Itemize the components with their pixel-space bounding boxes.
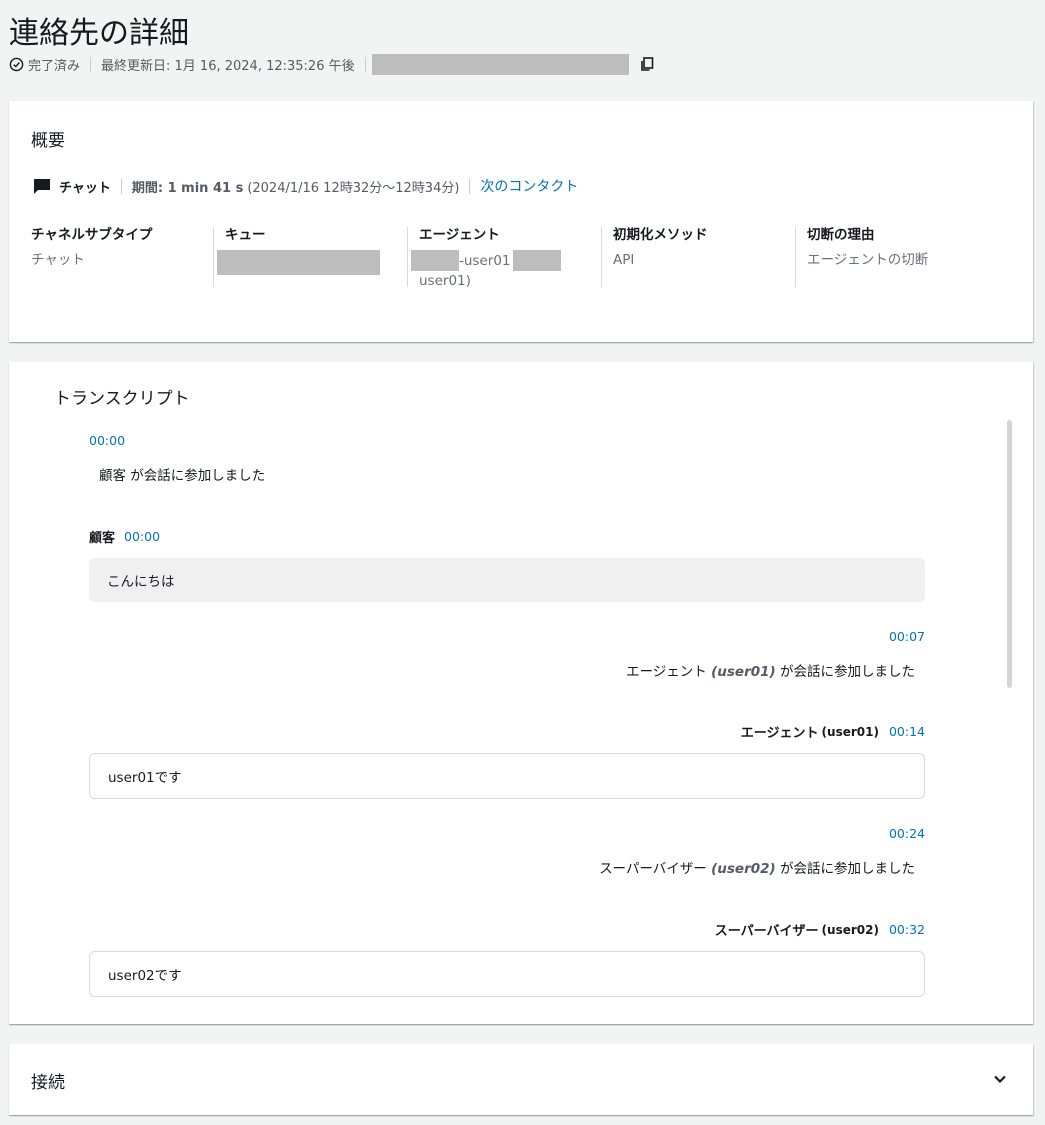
event-time: 00:24 (888, 826, 925, 841)
message-sender: エージェント (user01) 00:14 (741, 722, 925, 741)
column-agent: エージェント -user01 user01) (407, 223, 613, 289)
role-name: スーパーバイザー (599, 861, 707, 877)
system-message: 顧客 が会話に参加しました (99, 468, 266, 484)
column-header: 切断の理由 (807, 227, 875, 243)
event-time: 00:07 (888, 629, 925, 644)
column-header: エージェント (419, 227, 500, 243)
divider (120, 178, 122, 194)
transcript-title: トランスクリプト (54, 389, 190, 409)
join-text: が会話に参加しました (780, 664, 915, 680)
column-header: キュー (225, 227, 266, 243)
transcript-scrollbar[interactable] (1007, 420, 1012, 688)
redacted-agent-prefix (411, 250, 459, 271)
duration-range: (2024/1/16 12時32分～12時34分) (247, 180, 460, 196)
agent-login: -user01 (459, 252, 511, 269)
contact-meta: 完了済み 最終更新日: 1月 16, 2024, 12:35:26 午後 (9, 53, 655, 75)
column-divider (407, 227, 408, 287)
column-divider (601, 227, 602, 287)
join-text: が会話に参加しました (780, 861, 915, 877)
message-sender: スーパーバイザー (user02) 00:32 (715, 920, 925, 939)
column-channel-subtype: チャネルサブタイプ チャット (31, 223, 225, 287)
role-name: エージェント (626, 664, 707, 680)
event-time: 00:00 (89, 433, 126, 448)
user-id: (user01) (711, 664, 776, 680)
message-time: 00:32 (888, 922, 925, 937)
system-message: エージェント (user01) が会話に参加しました (626, 660, 915, 680)
system-message: スーパーバイザー (user02) が会話に参加しました (599, 857, 915, 877)
connection-panel[interactable]: 接続 (9, 1044, 1033, 1115)
sender-name: 顧客 (89, 531, 116, 546)
divider (469, 178, 471, 194)
column-header: 初期化メソッド (613, 227, 708, 243)
agent-name: user01) (419, 273, 471, 289)
message-time: 00:00 (124, 529, 161, 544)
column-disconnect-reason: 切断の理由 エージェントの切断 (795, 223, 1001, 287)
agent-message: user01です (89, 753, 925, 799)
connection-title: 接続 (31, 1073, 65, 1093)
message-time: 00:14 (888, 724, 925, 739)
column-divider (795, 227, 796, 287)
message-text: こんにちは (107, 574, 175, 590)
chevron-down-icon[interactable] (993, 1072, 1007, 1086)
sender-detail: (user01) (821, 724, 879, 739)
column-header: チャネルサブタイプ (31, 227, 153, 243)
status-text: 完了済み (28, 58, 81, 74)
sender-name: エージェント (740, 726, 819, 741)
user-id: (user02) (711, 861, 776, 877)
channel-summary: チャット 期間: 1 min 41 s (2024/1/16 12時32分～12… (33, 175, 578, 197)
message-text: user01です (108, 770, 182, 786)
column-divider (213, 227, 214, 287)
column-value: API (613, 252, 635, 268)
divider (90, 56, 92, 72)
column-value: エージェントの切断 (807, 252, 929, 268)
sender-name: スーパーバイザー (714, 924, 819, 939)
redacted-queue (217, 250, 380, 275)
transcript-panel: トランスクリプト 00:00 顧客 が会話に参加しました 顧客 00:00 こん… (9, 362, 1033, 1024)
sender-detail: (user02) (821, 922, 879, 937)
message-text: user02です (108, 968, 182, 984)
redacted-agent-suffix (512, 250, 561, 271)
column-queue: キュー (213, 223, 419, 287)
redacted-contact-id (371, 53, 629, 75)
last-updated: 最終更新日: 1月 16, 2024, 12:35:26 午後 (101, 58, 355, 74)
next-contact-link[interactable]: 次のコンタクト (480, 176, 578, 196)
copy-icon[interactable] (639, 56, 655, 72)
duration: 期間: 1 min 41 s (131, 180, 244, 196)
column-value: -user01 user01) (411, 250, 613, 291)
check-circle-icon (9, 57, 24, 71)
column-value: チャット (31, 252, 85, 268)
message-sender: 顧客 00:00 (89, 527, 160, 546)
customer-message: こんにちは (89, 558, 925, 602)
column-value (217, 250, 419, 281)
supervisor-message: user02です (89, 951, 925, 997)
divider (364, 56, 366, 72)
channel-name: チャット (59, 180, 111, 196)
column-initiation-method: 初期化メソッド API (601, 223, 807, 287)
page-title: 連絡先の詳細 (9, 16, 189, 51)
overview-title: 概要 (31, 131, 65, 151)
chat-bubble-icon (34, 179, 50, 194)
overview-columns: チャネルサブタイプ チャット キュー エージェント -user01 user01… (31, 223, 1001, 289)
overview-panel: 概要 チャット 期間: 1 min 41 s (2024/1/16 12時32分… (9, 101, 1033, 342)
